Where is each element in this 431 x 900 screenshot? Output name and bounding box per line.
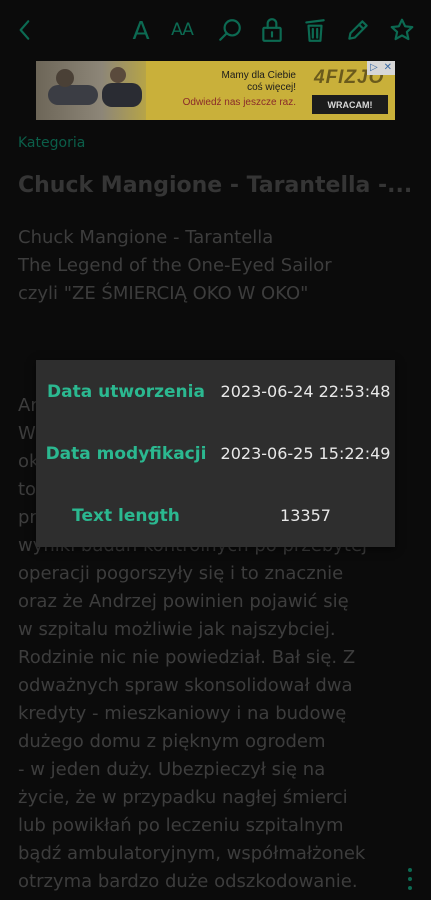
top-toolbar: A AA (0, 0, 431, 60)
lock-icon[interactable] (256, 14, 288, 46)
font-size-icon[interactable]: AA (166, 14, 198, 46)
text-line: The Legend of the One-Eyed Sailor (18, 255, 332, 276)
info-row-modified: Data modyfikacji 2023-06-25 15:22:49 (36, 439, 395, 469)
note-intro: Chuck Mangione - Tarantella The Legend o… (18, 224, 418, 308)
info-row-created: Data utworzenia 2023-06-24 22:53:48 (36, 377, 395, 407)
search-icon[interactable] (214, 14, 246, 46)
info-row-text-length: Text length 13357 (36, 501, 395, 531)
info-label: Data utworzenia (47, 382, 205, 402)
text-line: czyli "ZE ŚMIERCIĄ OKO W OKO" (18, 283, 309, 304)
info-label: Text length (72, 506, 180, 526)
note-info-dialog: Data utworzenia 2023-06-24 22:53:48 Data… (36, 360, 395, 547)
text-line: dużego domu z pięknym ogrodem (18, 731, 326, 752)
font-icon[interactable]: A (125, 14, 157, 46)
note-title: Chuck Mangione - Tarantella -... (18, 173, 413, 198)
star-icon[interactable] (386, 14, 418, 46)
ad-image (36, 61, 146, 120)
info-value: 13357 (280, 506, 331, 525)
text-line: lub powikłań po leczeniu szpitalnym (18, 815, 344, 836)
edit-icon[interactable] (342, 14, 374, 46)
back-icon[interactable] (9, 14, 41, 46)
info-value: 2023-06-24 22:53:48 (220, 382, 391, 401)
ad-copy: Mamy dla Ciebie coś więcej! Odwiedź nas … (182, 70, 296, 108)
ad-banner[interactable]: Mamy dla Ciebie coś więcej! Odwiedź nas … (36, 61, 395, 120)
text-line: - w jeden duży. Ubezpieczył się na (18, 759, 326, 780)
text-line: kredyty - mieszkaniowy i na budowę (18, 703, 347, 724)
text-line: Chuck Mangione - Tarantella (18, 227, 274, 248)
text-line: otrzyma bardzo duże odszkodowanie. (18, 871, 358, 892)
text-line: życie, że w przypadku nagłej śmierci (18, 787, 348, 808)
ad-choices-icon[interactable]: ▷ ✕ (367, 61, 395, 75)
text-line: w szpitalu możliwie jak najszybciej. (18, 619, 336, 640)
note-category[interactable]: Kategoria (18, 135, 85, 151)
more-vert-icon[interactable] (400, 866, 420, 892)
text-line: operacji pogorszyły się i to znacznie (18, 563, 344, 584)
text-line: oraz że Andrzej powinien pojawić się (18, 591, 349, 612)
text-line: odważnych spraw skonsolidował dwa (18, 675, 353, 696)
trash-icon[interactable] (299, 14, 331, 46)
info-value: 2023-06-25 15:22:49 (220, 444, 391, 463)
text-line: Rodzinie nic nie powiedział. Bał się. Z (18, 647, 356, 668)
info-label: Data modyfikacji (45, 444, 207, 464)
ad-cta-button[interactable]: WRACAM! (312, 95, 388, 114)
text-line: bądź ambulatoryjnym, współmałżonek (18, 843, 366, 864)
